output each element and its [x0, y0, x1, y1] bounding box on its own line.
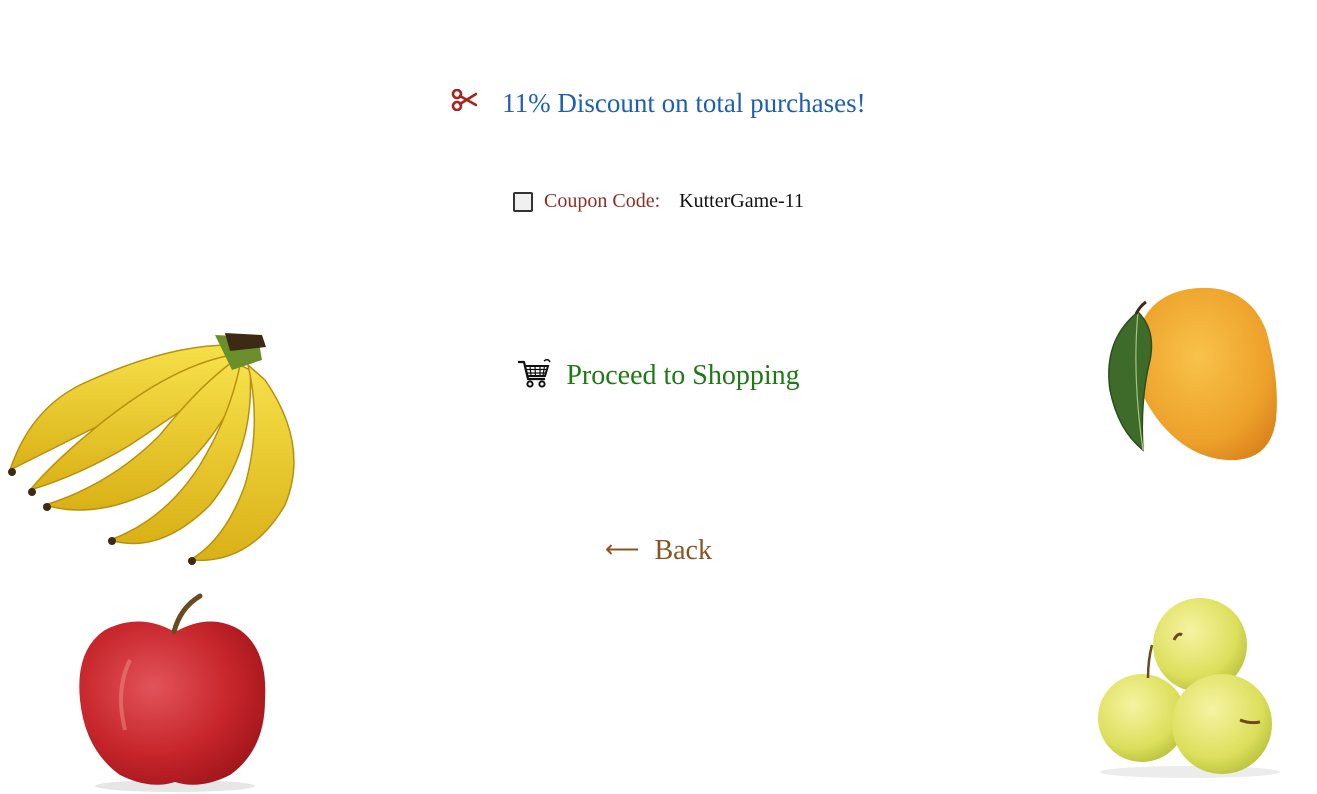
discount-text: 11% Discount on total purchases!: [502, 88, 866, 118]
coupon-label: Coupon Code:: [544, 190, 661, 212]
page: 11% Discount on total purchases! Coupon …: [0, 0, 1317, 794]
shopping-cart-icon: [517, 358, 552, 398]
back-label: Back: [654, 535, 712, 566]
banana-bunch-image: [0, 325, 315, 570]
coupon-row: Coupon Code: KutterGame-11: [0, 190, 1317, 213]
proceed-label: Proceed to Shopping: [566, 360, 800, 391]
discount-banner: 11% Discount on total purchases!: [0, 88, 1317, 121]
arrow-left-icon: ⟵: [605, 535, 640, 563]
red-apple-image: [70, 590, 275, 794]
scissors-icon: [451, 87, 478, 118]
coupon-code: KutterGame-11: [679, 190, 804, 212]
mango-image: [1098, 280, 1283, 465]
yellow-apples-image: [1090, 590, 1290, 780]
coupon-checkbox[interactable]: [513, 192, 534, 212]
